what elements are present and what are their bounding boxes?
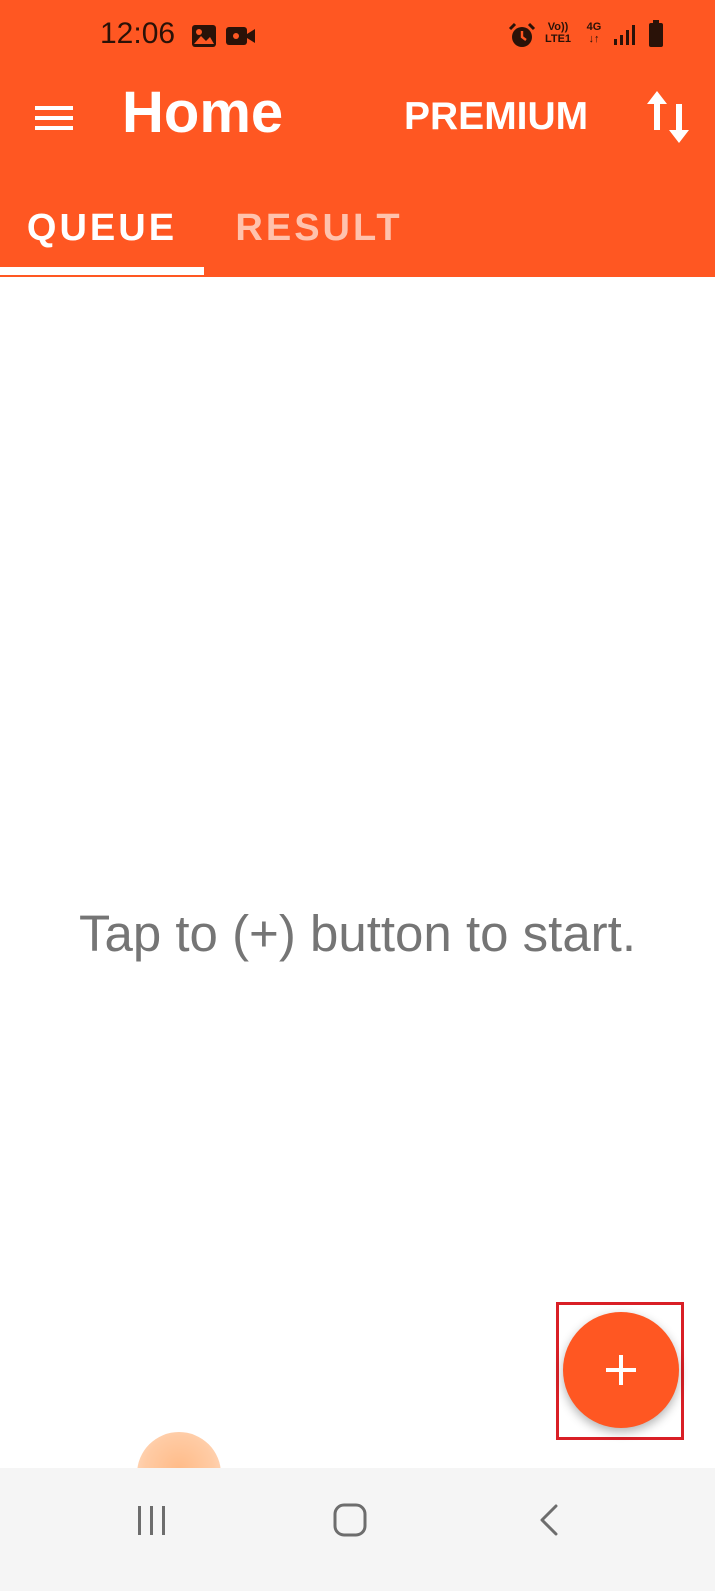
plus-icon [606,1355,636,1385]
recent-apps-button[interactable] [92,1468,212,1591]
back-icon [540,1504,558,1536]
tab-queue[interactable]: QUEUE [0,188,204,276]
swap-vertical-icon[interactable] [644,88,692,146]
battery-icon [649,20,663,47]
back-button[interactable] [488,1468,608,1591]
tab-indicator [0,267,204,275]
recent-apps-icon [138,1506,165,1535]
system-nav-bar [0,1468,715,1591]
status-bar: 12:06 Vo)) LTE1 4G ↓↑ [0,0,715,72]
data-arrows-glyph: ↓↑ [588,33,600,45]
volte-lte-icon: Vo)) LTE1 [540,21,576,45]
home-icon [333,1503,367,1537]
4g-data-icon: 4G ↓↑ [582,21,606,45]
hamburger-menu-icon[interactable] [34,103,74,133]
app-bar: 12:06 Vo)) LTE1 4G ↓↑ Home PREMIUM QUEUE… [0,0,715,277]
status-time: 12:06 [100,17,176,50]
volte-label: Vo)) [547,21,569,33]
premium-button[interactable]: PREMIUM [404,94,588,140]
add-fab-button[interactable] [563,1312,679,1428]
image-icon [192,25,216,47]
alarm-icon [508,22,536,47]
network-label: 4G [586,21,602,33]
signal-icon [614,25,635,45]
tab-result[interactable]: RESULT [204,188,434,276]
video-camera-icon [226,27,255,45]
home-button[interactable] [290,1468,410,1591]
lte-label: LTE1 [544,33,572,45]
page-title: Home [122,80,284,145]
empty-state-message: Tap to (+) button to start. [78,905,637,962]
